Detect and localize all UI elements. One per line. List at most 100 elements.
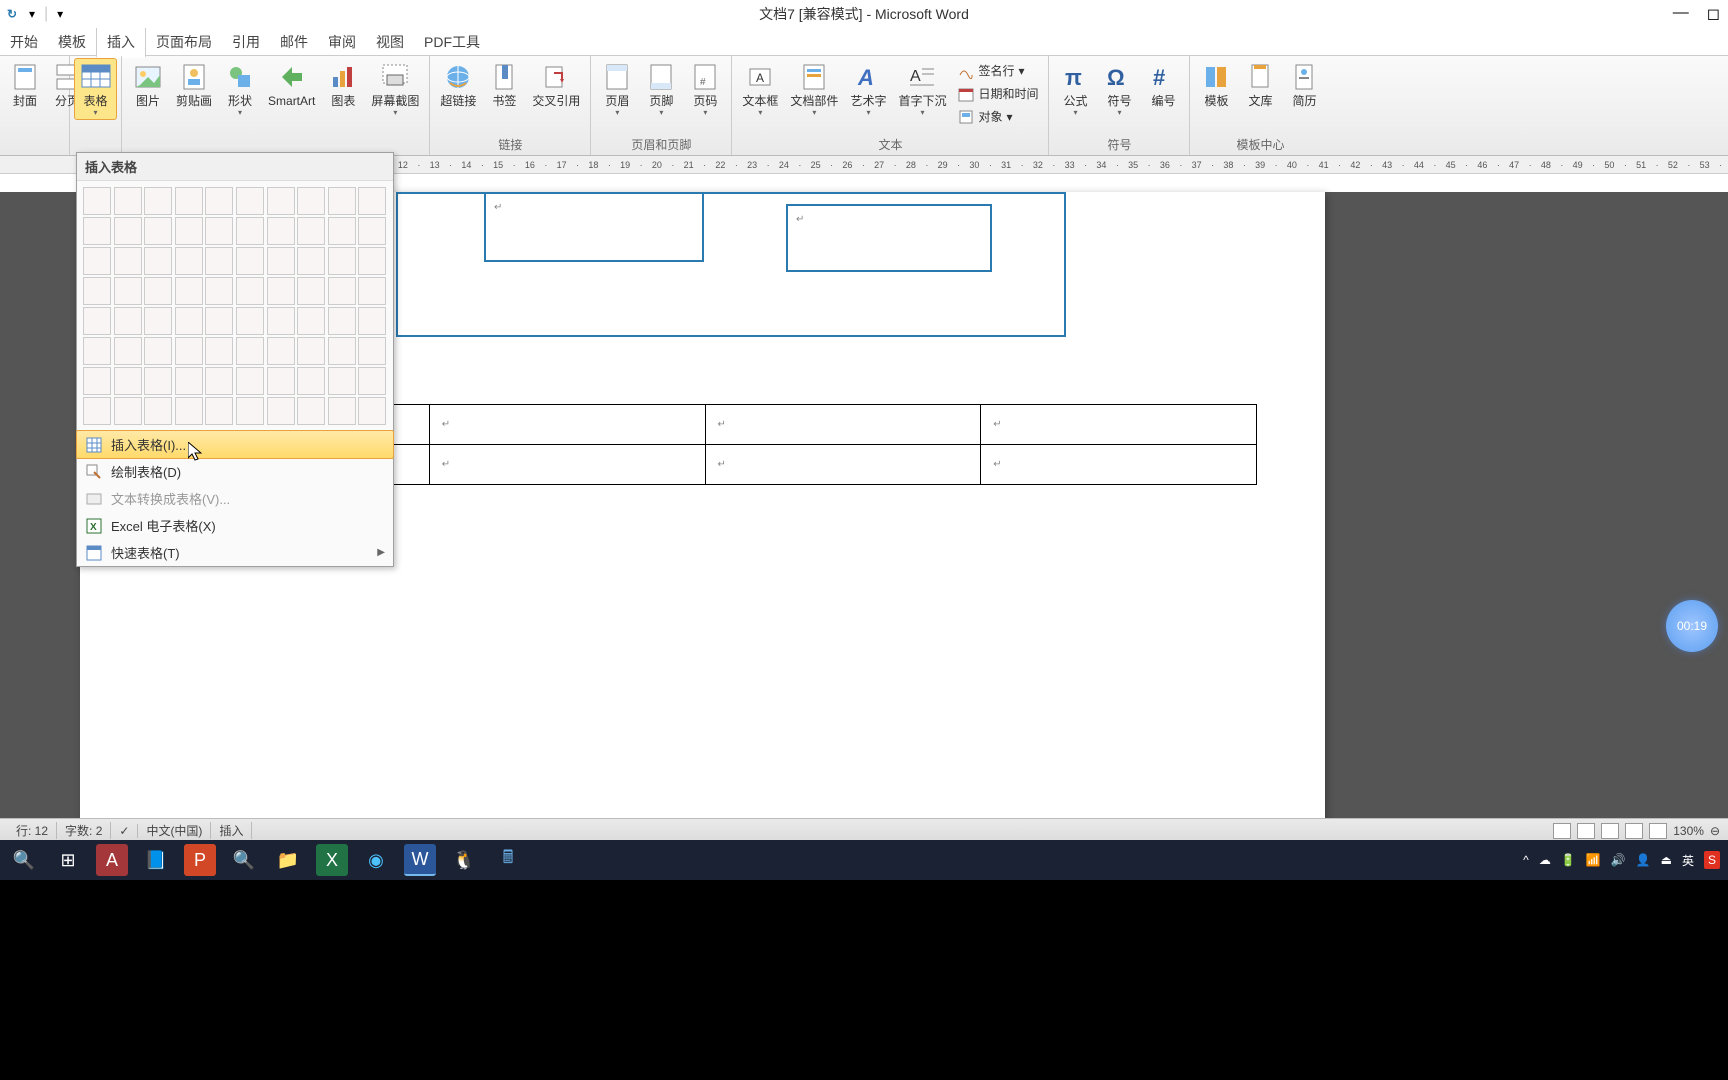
grid-cell[interactable] [328,307,356,335]
cross-reference-button[interactable]: 交叉引用 [526,58,586,111]
grid-cell[interactable] [205,307,233,335]
grid-cell[interactable] [358,277,386,305]
grid-cell[interactable] [175,277,203,305]
grid-cell[interactable] [175,307,203,335]
calculator-icon[interactable]: 🖩 [492,844,524,876]
signature-line-button[interactable]: 签名行▾ [954,60,1042,81]
status-proof[interactable]: ✓ [111,824,138,838]
tray-volume-icon[interactable]: 🔊 [1611,853,1626,867]
menu-draw-table[interactable]: 绘制表格(D) [77,458,393,485]
tray-user-icon[interactable]: 👤 [1636,853,1651,867]
grid-cell[interactable] [267,307,295,335]
grid-cell[interactable] [205,337,233,365]
grid-cell[interactable] [267,247,295,275]
grid-cell[interactable] [358,397,386,425]
grid-cell[interactable] [267,277,295,305]
tray-wifi-icon[interactable]: 📶 [1586,853,1601,867]
grid-cell[interactable] [328,247,356,275]
grid-cell[interactable] [144,247,172,275]
grid-cell[interactable] [175,247,203,275]
quickparts-button[interactable]: 文档部件▾ [784,58,844,120]
grid-cell[interactable] [236,187,264,215]
number-button[interactable]: #编号 [1141,58,1185,111]
grid-cell[interactable] [114,397,142,425]
grid-cell[interactable] [83,367,111,395]
menu-quick-tables[interactable]: 快速表格(T) ▶ [77,539,393,566]
screenshot-button[interactable]: 屏幕截图▾ [365,58,425,120]
grid-cell[interactable] [83,247,111,275]
grid-cell[interactable] [144,367,172,395]
object-button[interactable]: 对象▾ [954,106,1042,127]
grid-cell[interactable] [236,397,264,425]
page-number-button[interactable]: #页码▾ [683,58,727,120]
grid-cell[interactable] [144,337,172,365]
maximize-button[interactable]: ◻ [1707,4,1720,24]
grid-cell[interactable] [328,337,356,365]
grid-cell[interactable] [205,367,233,395]
menu-insert-table[interactable]: 插入表格(I)... [76,430,394,459]
grid-cell[interactable] [144,187,172,215]
file-explorer-icon[interactable]: 📁 [272,844,304,876]
doclib-button[interactable]: 文库 [1238,58,1282,111]
status-lang[interactable]: 中文(中国) [138,822,211,839]
grid-cell[interactable] [144,217,172,245]
equation-button[interactable]: π公式▾ [1053,58,1097,120]
grid-cell[interactable] [83,277,111,305]
dropcap-button[interactable]: A首字下沉▾ [892,58,952,120]
grid-cell[interactable] [175,397,203,425]
grid-cell[interactable] [114,187,142,215]
resume-button[interactable]: 简历 [1282,58,1326,111]
view-web[interactable] [1601,823,1619,839]
grid-cell[interactable] [297,397,325,425]
grid-cell[interactable] [236,277,264,305]
grid-cell[interactable] [114,307,142,335]
tray-chevron-icon[interactable]: ^ [1523,853,1529,867]
grid-cell[interactable] [328,367,356,395]
tray-battery-icon[interactable]: 🔋 [1561,853,1576,867]
grid-cell[interactable] [114,217,142,245]
hyperlink-button[interactable]: 超链接 [434,58,482,111]
grid-cell[interactable] [205,277,233,305]
tab-layout[interactable]: 页面布局 [146,28,222,56]
chart-button[interactable]: 图表 [321,58,365,111]
grid-cell[interactable] [358,337,386,365]
grid-cell[interactable] [328,397,356,425]
wordart-button[interactable]: A艺术字▾ [844,58,892,120]
grid-cell[interactable] [236,337,264,365]
tab-review[interactable]: 审阅 [318,28,366,56]
grid-cell[interactable] [205,397,233,425]
zoom-out-button[interactable]: ⊖ [1710,824,1720,838]
tab-view[interactable]: 视图 [366,28,414,56]
tab-mail[interactable]: 邮件 [270,28,318,56]
tab-insert[interactable]: 插入 [96,27,146,58]
grid-cell[interactable] [236,307,264,335]
word-icon[interactable]: W [404,844,436,876]
grid-cell[interactable] [83,337,111,365]
grid-cell[interactable] [267,397,295,425]
search-icon[interactable]: 🔍 [8,844,40,876]
template-button[interactable]: 模板 [1194,58,1238,111]
app-icon-1[interactable]: 📘 [140,844,172,876]
refresh-icon[interactable]: ↻ [4,6,20,22]
grid-cell[interactable] [175,367,203,395]
view-reading[interactable] [1577,823,1595,839]
grid-cell[interactable] [297,277,325,305]
edge-icon[interactable]: ◉ [360,844,392,876]
grid-cell[interactable] [144,277,172,305]
cover-page-button[interactable]: 封面 [4,58,46,111]
grid-cell[interactable] [83,217,111,245]
grid-cell[interactable] [328,277,356,305]
picture-button[interactable]: 图片 [126,58,170,111]
magnifier-icon[interactable]: 🔍 [228,844,260,876]
date-time-button[interactable]: 日期和时间 [954,83,1042,104]
grid-cell[interactable] [267,337,295,365]
grid-cell[interactable] [267,187,295,215]
grid-cell[interactable] [236,367,264,395]
ime-indicator[interactable]: 英 [1682,852,1694,869]
powerpoint-icon[interactable]: P [184,844,216,876]
grid-cell[interactable] [297,217,325,245]
qat-dropdown-icon[interactable]: ▾ [24,6,40,22]
grid-cell[interactable] [297,247,325,275]
grid-cell[interactable] [358,247,386,275]
grid-cell[interactable] [83,307,111,335]
